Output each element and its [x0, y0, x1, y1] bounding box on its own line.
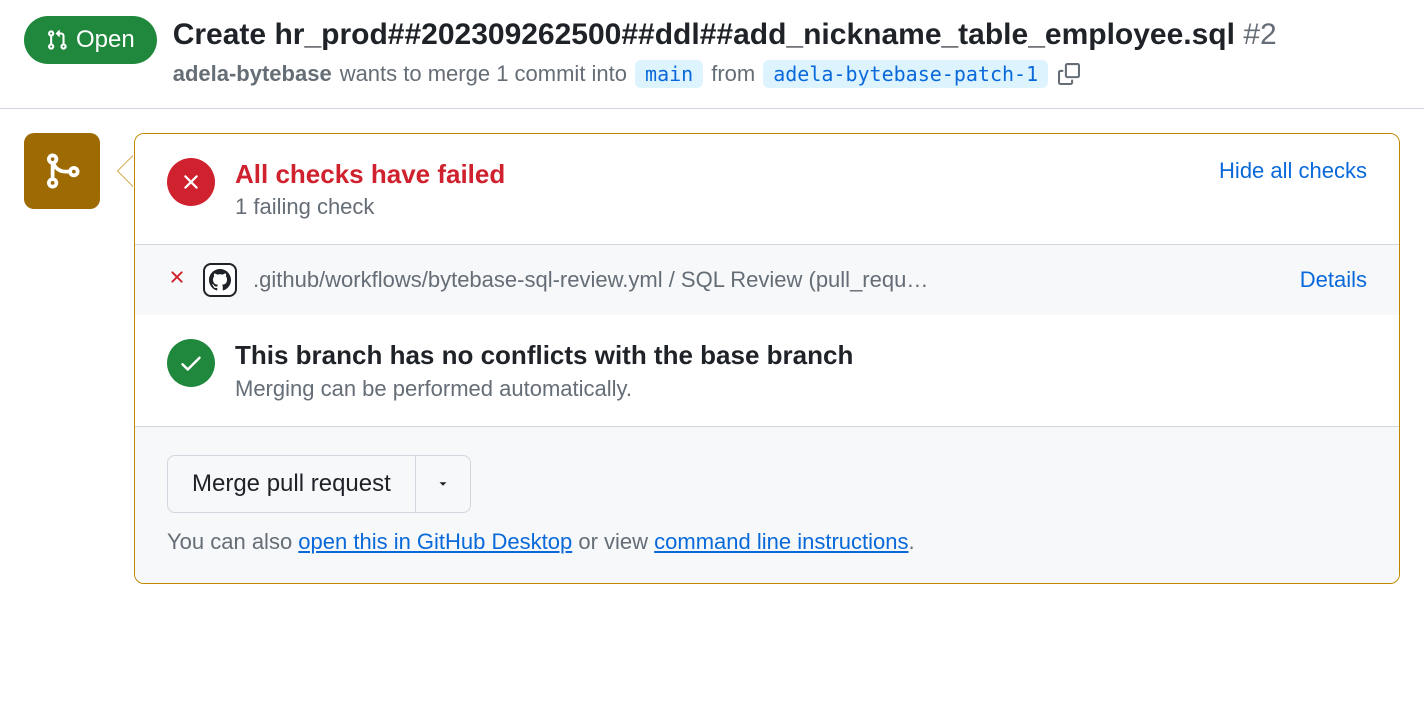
conflicts-title: This branch has no conflicts with the ba… — [235, 339, 1367, 372]
merge-actions-section: Merge pull request You can also open thi… — [135, 426, 1399, 583]
merge-status-box: All checks have failed 1 failing check H… — [134, 133, 1400, 584]
conflicts-subtitle: Merging can be performed automatically. — [235, 376, 1367, 402]
pr-from-label: from — [711, 61, 755, 87]
command-line-instructions-link[interactable]: command line instructions — [654, 529, 908, 554]
merge-dropdown-button[interactable] — [416, 455, 471, 513]
github-icon — [209, 269, 231, 291]
check-item-row: .github/workflows/bytebase-sql-review.ym… — [135, 244, 1399, 315]
checks-title: All checks have failed — [235, 158, 1199, 191]
merge-help-mid: or view — [572, 529, 654, 554]
pr-state-badge: Open — [24, 16, 157, 64]
check-details-link[interactable]: Details — [1300, 267, 1367, 293]
hide-checks-link[interactable]: Hide all checks — [1219, 158, 1367, 184]
pr-title-text: Create hr_prod##202309262500##ddl##add_n… — [173, 18, 1235, 51]
pr-state-label: Open — [76, 28, 135, 52]
base-branch-label[interactable]: main — [635, 60, 703, 88]
open-github-desktop-link[interactable]: open this in GitHub Desktop — [298, 529, 572, 554]
check-item-name: .github/workflows/bytebase-sql-review.ym… — [253, 267, 1284, 293]
pr-subline: adela-bytebase wants to merge 1 commit i… — [173, 60, 1400, 88]
caret-down-icon — [436, 477, 450, 491]
git-pull-request-icon — [46, 29, 68, 51]
timeline-merge-badge — [24, 133, 100, 209]
git-merge-icon — [42, 151, 82, 191]
check-icon — [178, 350, 204, 376]
merge-help-text: You can also open this in GitHub Desktop… — [167, 529, 1367, 555]
merge-help-prefix: You can also — [167, 529, 298, 554]
checks-subtitle: 1 failing check — [235, 194, 1199, 220]
github-actions-avatar — [203, 263, 237, 297]
merge-pull-request-button[interactable]: Merge pull request — [167, 455, 416, 513]
pr-number: #2 — [1243, 18, 1276, 51]
checks-fail-badge — [167, 158, 215, 206]
head-branch-label[interactable]: adela-bytebase-patch-1 — [763, 60, 1048, 88]
pr-author[interactable]: adela-bytebase — [173, 61, 332, 87]
copy-branch-button[interactable] — [1056, 61, 1082, 87]
pr-title: Create hr_prod##202309262500##ddl##add_n… — [173, 16, 1400, 54]
check-fail-x-icon — [167, 267, 187, 293]
conflicts-section: This branch has no conflicts with the ba… — [135, 315, 1399, 426]
pr-wants-label: wants to merge 1 commit into — [340, 61, 627, 87]
copy-icon — [1058, 63, 1080, 85]
conflicts-ok-badge — [167, 339, 215, 387]
merge-help-period: . — [909, 529, 915, 554]
checks-summary-section: All checks have failed 1 failing check H… — [135, 134, 1399, 245]
x-icon — [179, 170, 203, 194]
